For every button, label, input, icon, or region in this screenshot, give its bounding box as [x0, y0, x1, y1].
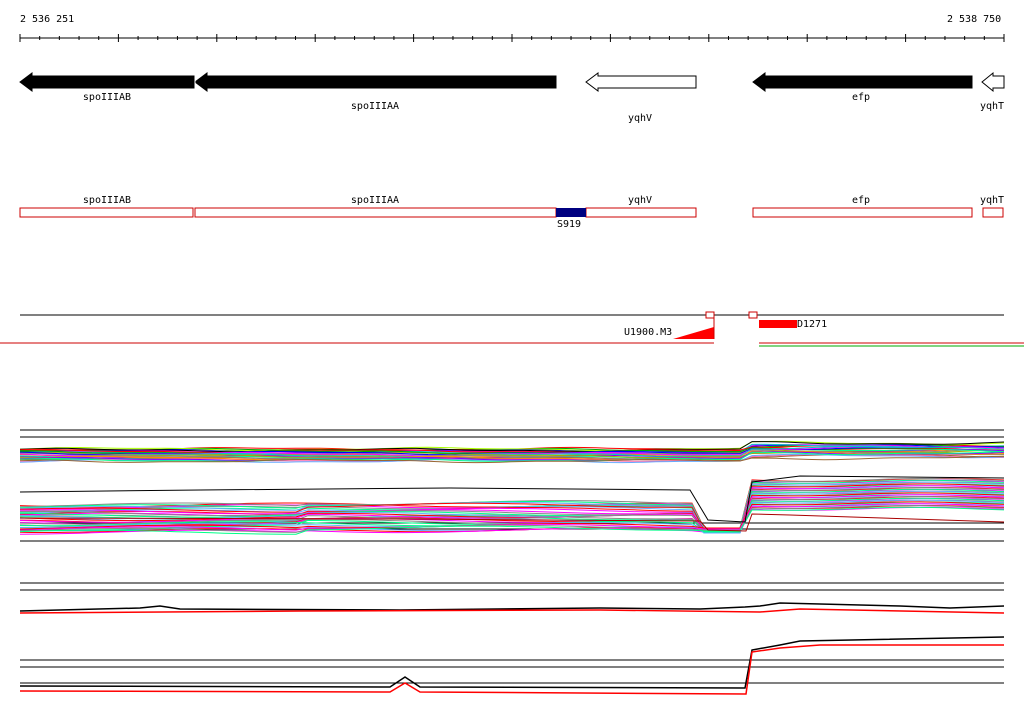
gene-arrow-yqhV[interactable] — [585, 72, 697, 92]
panel2-profile-red — [19, 608, 1005, 614]
gene-arrow-spoIIIAA[interactable] — [194, 72, 557, 92]
outline-gene-yqhV[interactable] — [585, 207, 697, 218]
gene-arrow-spoIIIAB[interactable] — [19, 72, 196, 92]
peak-right-bar[interactable] — [759, 320, 797, 328]
peak-marker-left — [705, 311, 715, 319]
genome-browser-view: { "ruler": { "start_label": "2 536 251",… — [0, 0, 1024, 714]
outline-gene-spoIIIAB[interactable] — [19, 207, 194, 218]
gene-arrow-efp[interactable] — [752, 72, 973, 92]
peak-left-triangle[interactable] — [673, 327, 714, 339]
outline-gene-efp[interactable] — [752, 207, 973, 218]
peak-marker-right — [748, 311, 758, 319]
outline-gene-yqhT[interactable] — [982, 207, 1004, 218]
outline-gene-spoIIIAA[interactable] — [194, 207, 557, 218]
segment-S919[interactable] — [556, 208, 586, 217]
tracks-canvas — [0, 34, 1024, 695]
gene-arrow-yqhT[interactable] — [981, 71, 1005, 93]
